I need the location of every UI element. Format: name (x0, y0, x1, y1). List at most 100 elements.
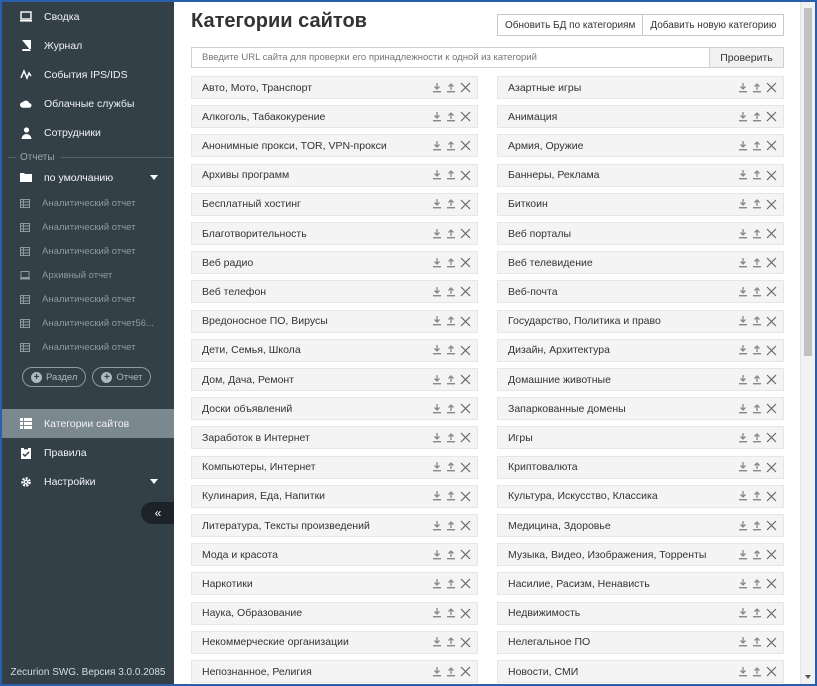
close-icon[interactable] (456, 199, 471, 210)
upload-icon[interactable] (442, 374, 456, 385)
sidebar-item-2[interactable]: События IPS/IDS (2, 60, 174, 89)
upload-icon[interactable] (442, 403, 456, 414)
upload-icon[interactable] (442, 345, 456, 355)
upload-icon[interactable] (442, 316, 456, 326)
close-icon[interactable] (762, 316, 777, 327)
close-icon[interactable] (456, 82, 471, 93)
add-section-button[interactable]: + Раздел (22, 367, 87, 387)
download-icon[interactable] (428, 82, 442, 93)
download-icon[interactable] (734, 170, 748, 180)
sidebar-item-0[interactable]: Сводка (2, 2, 174, 31)
report-item[interactable]: Аналитический отчет (2, 215, 174, 239)
sidebar-item-4[interactable]: Сотрудники (2, 118, 174, 147)
close-icon[interactable] (762, 345, 777, 356)
add-category-button[interactable]: Добавить новую категорию (643, 14, 785, 36)
download-icon[interactable] (734, 140, 748, 151)
upload-icon[interactable] (748, 403, 762, 414)
upload-icon[interactable] (748, 491, 762, 501)
upload-icon[interactable] (442, 257, 456, 268)
scrollbar-thumb[interactable] (804, 8, 812, 356)
upload-icon[interactable] (748, 140, 762, 151)
close-icon[interactable] (456, 578, 471, 589)
upload-icon[interactable] (748, 82, 762, 93)
close-icon[interactable] (762, 491, 777, 502)
upload-icon[interactable] (442, 666, 456, 677)
download-icon[interactable] (734, 462, 748, 472)
download-icon[interactable] (428, 578, 442, 589)
report-item[interactable]: Аналитический отчет (2, 239, 174, 263)
vertical-scrollbar[interactable] (800, 2, 815, 684)
close-icon[interactable] (762, 462, 777, 473)
close-icon[interactable] (762, 549, 777, 560)
download-icon[interactable] (734, 82, 748, 93)
upload-icon[interactable] (748, 257, 762, 268)
upload-icon[interactable] (442, 170, 456, 180)
upload-icon[interactable] (442, 578, 456, 589)
download-icon[interactable] (428, 608, 442, 618)
close-icon[interactable] (456, 462, 471, 473)
close-icon[interactable] (456, 257, 471, 268)
close-icon[interactable] (762, 432, 777, 443)
download-icon[interactable] (428, 286, 442, 297)
close-icon[interactable] (456, 666, 471, 677)
upload-icon[interactable] (748, 345, 762, 355)
download-icon[interactable] (428, 345, 442, 355)
download-icon[interactable] (734, 608, 748, 618)
close-icon[interactable] (762, 82, 777, 93)
close-icon[interactable] (762, 403, 777, 414)
upload-icon[interactable] (748, 228, 762, 239)
close-icon[interactable] (762, 608, 777, 619)
update-db-button[interactable]: Обновить БД по категориям (497, 14, 644, 36)
download-icon[interactable] (734, 374, 748, 385)
upload-icon[interactable] (442, 228, 456, 239)
check-button[interactable]: Проверить (710, 47, 784, 68)
close-icon[interactable] (762, 578, 777, 589)
upload-icon[interactable] (748, 374, 762, 385)
upload-icon[interactable] (748, 462, 762, 472)
upload-icon[interactable] (748, 170, 762, 180)
close-icon[interactable] (762, 374, 777, 385)
close-icon[interactable] (456, 316, 471, 327)
download-icon[interactable] (734, 637, 748, 647)
upload-icon[interactable] (442, 111, 456, 122)
download-icon[interactable] (428, 199, 442, 209)
upload-icon[interactable] (748, 111, 762, 122)
close-icon[interactable] (456, 228, 471, 239)
upload-icon[interactable] (442, 82, 456, 93)
upload-icon[interactable] (748, 549, 762, 560)
close-icon[interactable] (762, 286, 777, 297)
sidebar-item-bottom-0[interactable]: Категории сайтов (2, 409, 174, 438)
upload-icon[interactable] (442, 140, 456, 151)
report-item[interactable]: Аналитический отчет (2, 335, 174, 359)
download-icon[interactable] (428, 140, 442, 151)
download-icon[interactable] (428, 170, 442, 180)
close-icon[interactable] (762, 257, 777, 268)
download-icon[interactable] (428, 549, 442, 560)
close-icon[interactable] (456, 608, 471, 619)
download-icon[interactable] (734, 432, 748, 443)
close-icon[interactable] (456, 637, 471, 648)
upload-icon[interactable] (442, 637, 456, 647)
download-icon[interactable] (734, 403, 748, 414)
upload-icon[interactable] (748, 432, 762, 443)
upload-icon[interactable] (748, 286, 762, 297)
report-folder-default[interactable]: по умолчанию (2, 164, 174, 191)
close-icon[interactable] (456, 491, 471, 502)
upload-icon[interactable] (748, 520, 762, 531)
close-icon[interactable] (456, 140, 471, 151)
download-icon[interactable] (734, 257, 748, 268)
close-icon[interactable] (762, 199, 777, 210)
close-icon[interactable] (762, 111, 777, 122)
download-icon[interactable] (734, 199, 748, 209)
download-icon[interactable] (428, 228, 442, 239)
close-icon[interactable] (456, 549, 471, 560)
close-icon[interactable] (762, 170, 777, 181)
upload-icon[interactable] (442, 199, 456, 209)
download-icon[interactable] (734, 228, 748, 239)
upload-icon[interactable] (748, 637, 762, 647)
close-icon[interactable] (762, 520, 777, 531)
upload-icon[interactable] (748, 608, 762, 618)
close-icon[interactable] (456, 520, 471, 531)
sidebar-item-1[interactable]: Журнал (2, 31, 174, 60)
download-icon[interactable] (734, 666, 748, 677)
